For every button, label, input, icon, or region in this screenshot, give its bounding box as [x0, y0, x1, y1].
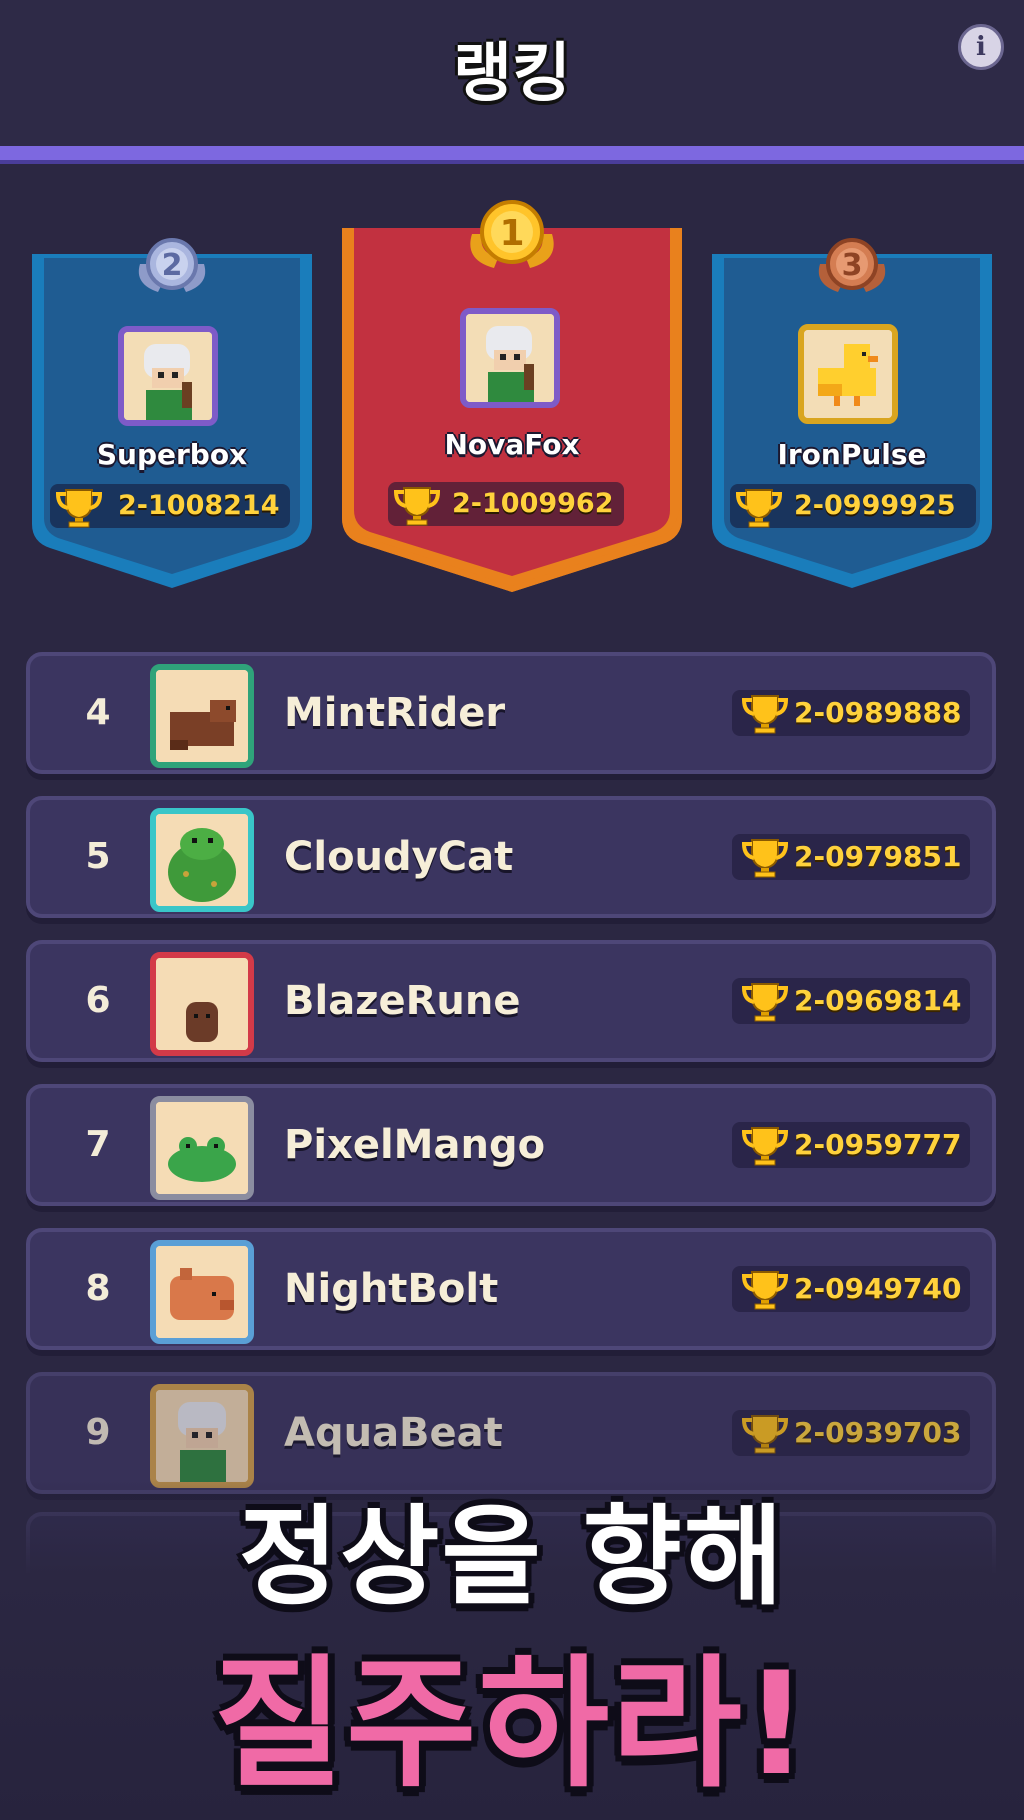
medal-rank: 2 — [162, 248, 183, 283]
player-score: 2-0949740 — [732, 1266, 970, 1312]
podium-third[interactable]: 3 IronPulse 2-0999925 — [708, 238, 996, 592]
bronze-medal-icon: 3 — [812, 234, 892, 298]
rank-number: 8 — [85, 1268, 111, 1309]
gold-medal-icon: 1 — [462, 196, 562, 276]
beaver-icon — [156, 670, 248, 762]
score-value: 2-0969814 — [794, 984, 962, 1017]
player-name: BlazeRune — [284, 978, 521, 1024]
avatar — [150, 664, 254, 768]
player-score: 2-0939703 — [732, 1410, 970, 1456]
list-item[interactable]: 7 PixelMango 2-0959777 — [26, 1084, 996, 1206]
banner-shape — [342, 228, 682, 592]
avatar — [460, 308, 560, 408]
list-item[interactable]: 4 MintRider 2-0989888 — [26, 652, 996, 774]
avatar — [150, 808, 254, 912]
player-name: CloudyCat — [284, 834, 514, 880]
avatar — [118, 326, 218, 426]
player-score: 2-0999925 — [730, 484, 976, 528]
podium-first[interactable]: 1 NovaFox 2-1009962 — [338, 200, 686, 596]
rank-number: 4 — [85, 692, 111, 733]
score-value: 2-0979851 — [794, 840, 962, 873]
trophy-icon — [741, 839, 789, 878]
player-name: NovaFox — [444, 428, 580, 461]
list-item[interactable]: 6 BlazeRune 2-0969814 — [26, 940, 996, 1062]
header: 랭킹 i — [0, 0, 1024, 148]
player-score: 2-0989888 — [732, 690, 970, 736]
rank-number: 6 — [85, 980, 111, 1021]
slogan-line-1: 정상을 향해 — [238, 1495, 786, 1620]
slogan-line-2: 질주하라! — [213, 1642, 811, 1807]
bird-icon — [804, 330, 892, 418]
player-name: PixelMango — [284, 1122, 546, 1168]
frog-icon — [156, 1102, 248, 1194]
player-name: NightBolt — [284, 1266, 499, 1312]
header-divider — [0, 146, 1024, 164]
score-value: 2-0999925 — [794, 490, 956, 521]
avatar — [150, 1240, 254, 1344]
medal-rank: 3 — [842, 248, 863, 283]
rank-number: 7 — [85, 1124, 111, 1165]
list-item[interactable]: 8 NightBolt 2-0949740 — [26, 1228, 996, 1350]
player-name: Superbox — [96, 438, 248, 471]
score-value: 2-0989888 — [794, 696, 962, 729]
info-icon[interactable]: i — [958, 24, 1004, 70]
trophy-icon — [741, 983, 789, 1022]
player-score: 2-0979851 — [732, 834, 970, 880]
medal-rank: 1 — [499, 213, 524, 254]
trophy-icon — [741, 1127, 789, 1166]
page-title: 랭킹 — [453, 37, 571, 111]
avatar — [150, 952, 254, 1056]
podium-second[interactable]: 2 Superbox 2-1008214 — [28, 238, 316, 592]
character-icon — [466, 314, 554, 402]
score-value: 2-0959777 — [794, 1128, 962, 1161]
trophy-icon — [55, 489, 103, 528]
trophy-icon — [393, 487, 441, 526]
stump-icon — [156, 958, 248, 1050]
rank-number: 5 — [85, 836, 111, 877]
avatar — [150, 1096, 254, 1200]
player-name: MintRider — [284, 690, 506, 736]
player-score: 2-1009962 — [388, 482, 624, 526]
trophy-icon — [741, 1271, 789, 1310]
score-value: 2-1009962 — [452, 488, 614, 519]
player-score: 2-0969814 — [732, 978, 970, 1024]
frog-monster-icon — [156, 814, 248, 906]
score-value: 2-0949740 — [794, 1272, 962, 1305]
player-name: IronPulse — [777, 438, 927, 471]
list-item[interactable]: 5 CloudyCat 2-0979851 — [26, 796, 996, 918]
trophy-icon — [741, 1415, 789, 1454]
trophy-icon — [735, 489, 783, 528]
trophy-icon — [741, 695, 789, 734]
boar-icon — [156, 1246, 248, 1338]
avatar — [798, 324, 898, 424]
player-score: 2-0959777 — [732, 1122, 970, 1168]
player-score: 2-1008214 — [50, 484, 290, 528]
silver-medal-icon: 2 — [132, 234, 212, 298]
score-value: 2-0939703 — [794, 1416, 962, 1449]
score-value: 2-1008214 — [118, 490, 280, 521]
character-icon — [156, 1390, 248, 1482]
character-icon — [124, 332, 212, 420]
